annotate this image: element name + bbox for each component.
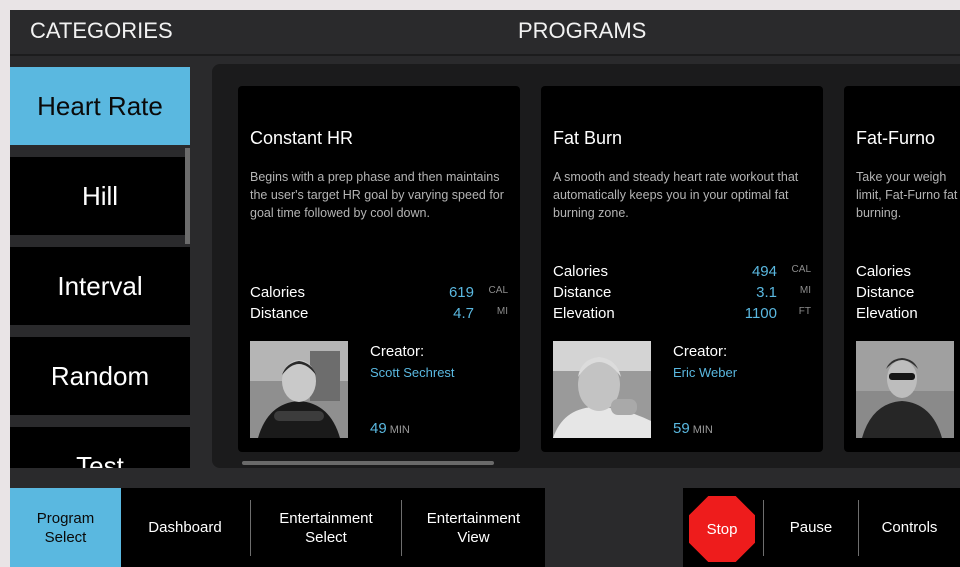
- program-select-button[interactable]: Program Select: [10, 488, 121, 567]
- stat-value: 1100: [744, 305, 777, 322]
- stat-label: Elevation: [856, 305, 918, 322]
- stat-calories: Calories 494 CAL: [553, 263, 811, 284]
- app-screen: CATEGORIES PROGRAMS Heart Rate Hill Inte…: [10, 10, 960, 567]
- stat-distance: Distance 4.7 MI: [250, 305, 508, 326]
- program-card-fat-burn[interactable]: Fat Burn A smooth and steady heart rate …: [541, 86, 823, 452]
- stat-label: Calories: [553, 263, 609, 280]
- entertainment-view-button[interactable]: Entertainment View: [402, 488, 545, 567]
- category-hill[interactable]: Hill: [10, 157, 190, 235]
- programs-header: PROGRAMS: [518, 18, 647, 43]
- stat-distance: Distance: [856, 284, 960, 305]
- bottom-nav: Program Select Dashboard Entertainment S…: [10, 488, 960, 567]
- stat-value: 3.1: [756, 284, 777, 301]
- stat-unit: MI: [496, 306, 508, 317]
- stat-label: Calories: [250, 284, 306, 301]
- category-interval[interactable]: Interval: [10, 247, 190, 325]
- program-description: Take your weigh limit, Fat-Furno fat bur…: [856, 170, 958, 220]
- stat-value: 494: [751, 263, 777, 280]
- creator-photo: [553, 341, 651, 438]
- category-list[interactable]: Heart Rate Hill Interval Random Test: [10, 64, 192, 468]
- category-test[interactable]: Test: [10, 427, 190, 468]
- dashboard-button[interactable]: Dashboard: [121, 488, 249, 567]
- program-description: A smooth and steady heart rate workout t…: [553, 170, 799, 220]
- program-title: Constant HR: [250, 128, 354, 148]
- program-duration: 49 MIN: [370, 420, 410, 437]
- stat-label: Distance: [553, 284, 612, 301]
- creator-label: Creator:: [673, 343, 728, 360]
- stat-distance: Distance 3.1 MI: [553, 284, 811, 305]
- stat-unit: CAL: [791, 264, 811, 275]
- creator-photo: [250, 341, 348, 438]
- creator-name: Eric Weber: [673, 365, 738, 380]
- stat-label: Distance: [250, 305, 309, 322]
- programs-carousel[interactable]: Constant HR Begins with a prep phase and…: [212, 64, 960, 468]
- categories-header: CATEGORIES: [30, 18, 173, 43]
- creator-name: Scott Sechrest: [370, 365, 455, 380]
- stat-elevation: Elevation: [856, 305, 960, 326]
- creator-photo: [856, 341, 954, 438]
- stat-elevation: Elevation 1100 FT: [553, 305, 811, 326]
- duration-unit: MIN: [692, 424, 713, 436]
- stat-unit: CAL: [488, 285, 508, 296]
- stat-unit: MI: [799, 285, 811, 296]
- entertainment-select-button[interactable]: Entertainment Select: [251, 488, 401, 567]
- category-random[interactable]: Random: [10, 337, 190, 415]
- category-scrollbar[interactable]: [185, 148, 190, 244]
- stat-calories: Calories 619 CAL: [250, 284, 508, 305]
- program-title: Fat Burn: [553, 128, 623, 148]
- stop-button[interactable]: Stop: [689, 496, 755, 562]
- stat-label: Distance: [856, 284, 915, 301]
- stat-unit: FT: [798, 306, 811, 317]
- program-description: Begins with a prep phase and then mainta…: [250, 170, 504, 220]
- header-divider: [10, 54, 960, 56]
- stat-value: 619: [448, 284, 474, 301]
- programs-scrollbar[interactable]: [242, 461, 494, 465]
- stat-calories: Calories: [856, 263, 960, 284]
- program-title: Fat-Furno: [856, 128, 936, 148]
- stat-label: Calories: [856, 263, 912, 280]
- duration-value: 49: [370, 420, 387, 437]
- program-card-fat-furno[interactable]: Fat-Furno Take your weigh limit, Fat-Fur…: [844, 86, 960, 452]
- controls-button[interactable]: Controls: [859, 488, 960, 567]
- program-duration: 59 MIN: [673, 420, 713, 437]
- stop-label: Stop: [706, 520, 738, 538]
- program-card-constant-hr[interactable]: Constant HR Begins with a prep phase and…: [238, 86, 520, 452]
- creator-label: Creator:: [370, 343, 425, 360]
- category-heart-rate[interactable]: Heart Rate: [10, 67, 190, 145]
- nav-spacer: [545, 488, 683, 567]
- duration-unit: MIN: [389, 424, 410, 436]
- duration-value: 59: [673, 420, 690, 437]
- stat-value: 4.7: [453, 305, 474, 322]
- pause-button[interactable]: Pause: [764, 488, 858, 567]
- stat-label: Elevation: [553, 305, 615, 322]
